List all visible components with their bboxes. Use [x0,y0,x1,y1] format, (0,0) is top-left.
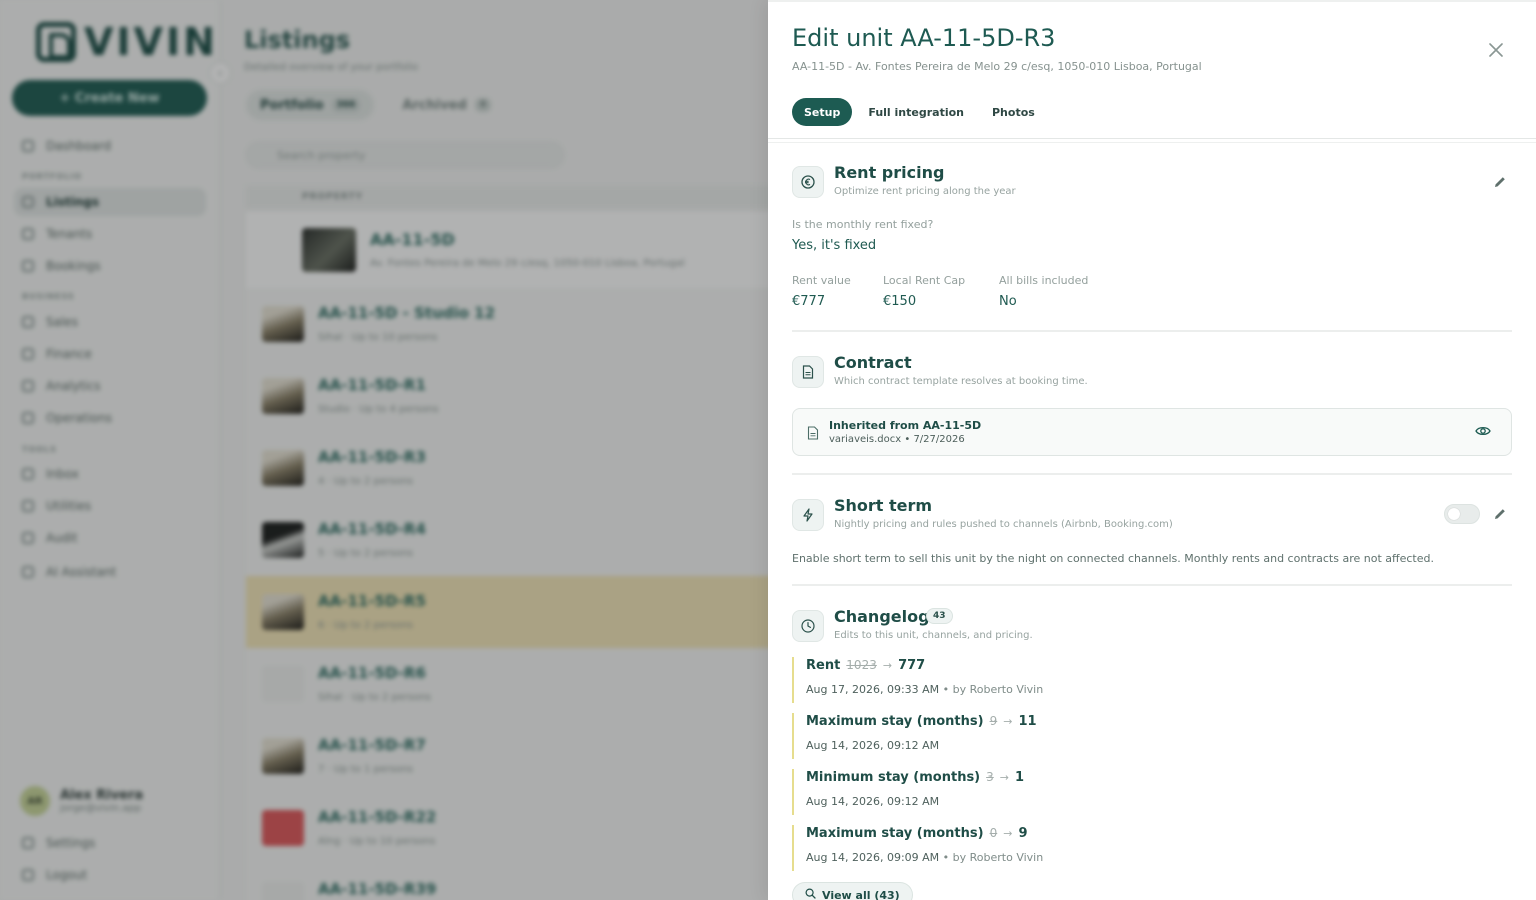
edit-rent-pricing-pencil-icon[interactable] [1489,171,1511,193]
changelog-new-value: 1 [1014,770,1025,785]
tabs-divider [768,142,1536,143]
tab-photos[interactable]: Photos [980,98,1047,126]
eye-icon[interactable] [1475,423,1491,443]
changelog-time: Aug 14, 2026, 09:09 AM [806,851,940,864]
changelog-change: Maximum stay (months) 9 → 11 [806,714,1037,729]
section-title-rent-pricing: Rent pricing [834,163,945,182]
short-term-description: Enable short term to sell this unit by t… [792,552,1434,565]
changelog-new-value: 9 [1018,826,1028,841]
changelog-old-value: 9 [989,714,998,728]
fixed-rent-value: Yes, it's fixed [792,238,877,253]
contract-inherited-label: Inherited from AA-11-5D [829,419,982,432]
changelog-entry: Rent 1023 → 777 Aug 17, 2026, 09:33 AM •… [792,657,1392,703]
changelog-meta: Aug 14, 2026, 09:12 AM [806,739,939,752]
rent-value-label: Rent value [792,274,851,287]
changelog-entry: Minimum stay (months) 3 → 1 Aug 14, 2026… [792,769,1392,815]
changelog-old-value: 0 [989,826,998,840]
rent-value: €777 [792,294,826,309]
section-subtitle-short-term: Nightly pricing and rules pushed to chan… [834,519,1173,530]
changelog-time: Aug 17, 2026, 09:33 AM [806,683,940,696]
section-subtitle-rent-pricing: Optimize rent pricing along the year [834,186,1016,197]
edit-short-term-pencil-icon[interactable] [1489,503,1511,525]
changelog-new-value: 11 [1018,714,1037,729]
arrow-right-icon: → [1003,715,1013,728]
fixed-rent-label: Is the monthly rent fixed? [792,218,934,231]
euro-icon [792,166,824,198]
section-title-changelog: Changelog [834,607,930,626]
changelog-entry: Maximum stay (months) 9 → 11 Aug 14, 202… [792,713,1392,759]
bills-included-label: All bills included [999,274,1089,287]
short-term-toggle[interactable] [1444,504,1480,524]
changelog-old-value: 1023 [846,658,877,672]
changelog-time: Aug 14, 2026, 09:12 AM [806,795,940,808]
tabs-divider [768,138,1536,139]
drawer-subtitle: AA-11-5D - Av. Fontes Pereira de Melo 29… [792,60,1202,73]
changelog-count-badge: 43 [926,608,953,624]
changelog-old-value: 3 [986,770,994,784]
lightning-icon [792,499,824,531]
changelog-field: Maximum stay (months) [806,714,984,729]
search-icon [805,888,816,900]
changelog-entry: Maximum stay (months) 0 → 9 Aug 14, 2026… [792,825,1392,871]
section-divider [792,584,1512,586]
changelog-change: Minimum stay (months) 3 → 1 [806,770,1024,785]
changelog-meta: Aug 14, 2026, 09:09 AM • by Roberto Vivi… [806,851,1043,864]
section-title-short-term: Short term [834,496,933,515]
clock-icon [792,610,824,642]
section-divider [792,330,1512,332]
changelog-author: • by Roberto Vivin [939,683,1044,696]
changelog-field: Minimum stay (months) [806,770,981,785]
rent-cap-label: Local Rent Cap [883,274,966,287]
changelog-field: Rent [806,658,841,673]
document-icon [792,356,824,388]
edit-unit-drawer: Edit unit AA-11-5D-R3 AA-11-5D - Av. Fon… [768,0,1536,900]
drawer-tabs: Setup Full integration Photos [792,98,1047,126]
section-subtitle-contract: Which contract template resolves at book… [834,376,1088,387]
view-all-changelog-button[interactable]: View all (43) [792,882,913,900]
arrow-right-icon: → [999,771,1009,784]
changelog-time: Aug 14, 2026, 09:12 AM [806,739,940,752]
changelog-meta: Aug 17, 2026, 09:33 AM • by Roberto Vivi… [806,683,1043,696]
arrow-right-icon: → [882,659,893,672]
contract-file-name: variaveis.docx • 7/27/2026 [829,434,965,445]
changelog-new-value: 777 [898,658,926,673]
changelog-field: Maximum stay (months) [806,826,984,841]
view-all-label: View all (43) [822,888,900,900]
changelog-author: • by Roberto Vivin [939,851,1044,864]
arrow-right-icon: → [1003,827,1013,840]
changelog-change: Rent 1023 → 777 [806,658,925,673]
tab-setup[interactable]: Setup [792,98,853,126]
bills-included-value: No [999,294,1017,309]
document-icon [807,425,819,444]
close-icon[interactable] [1484,38,1508,62]
drawer-title: Edit unit AA-11-5D-R3 [792,24,1056,52]
tab-full-integration[interactable]: Full integration [856,98,976,126]
contract-template-card[interactable]: Inherited from AA-11-5D variaveis.docx •… [792,408,1512,456]
changelog-change: Maximum stay (months) 0 → 9 [806,826,1027,841]
section-divider [792,473,1512,475]
changelog-meta: Aug 14, 2026, 09:12 AM [806,795,939,808]
section-subtitle-changelog: Edits to this unit, channels, and pricin… [834,630,1033,641]
section-title-contract: Contract [834,353,912,372]
rent-cap-value: €150 [883,294,917,309]
